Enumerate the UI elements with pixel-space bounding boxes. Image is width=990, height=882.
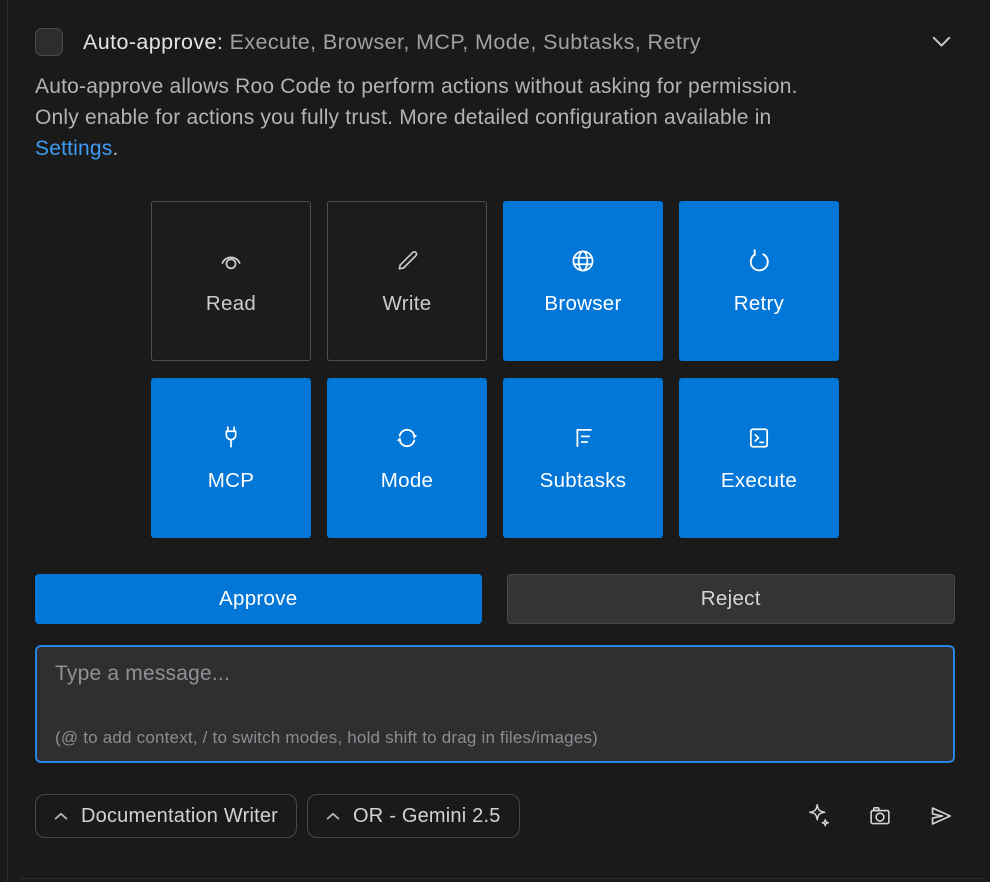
toggle-label: Subtasks bbox=[540, 469, 627, 493]
toggle-retry[interactable]: Retry bbox=[679, 201, 839, 361]
auto-approve-title[interactable]: Auto-approve: Execute, Browser, MCP, Mod… bbox=[83, 30, 701, 55]
sync-icon bbox=[393, 424, 421, 452]
chevron-up-icon bbox=[54, 812, 68, 821]
chevron-up-icon bbox=[326, 812, 340, 821]
auto-approve-description: Auto-approve allows Roo Code to perform … bbox=[35, 71, 955, 164]
send-icon[interactable] bbox=[927, 802, 955, 830]
settings-link[interactable]: Settings bbox=[35, 137, 112, 160]
refresh-icon bbox=[745, 247, 773, 275]
toggle-label: Read bbox=[206, 292, 256, 316]
terminal-icon bbox=[745, 424, 773, 452]
toggle-label: Execute bbox=[721, 469, 797, 493]
pencil-icon bbox=[393, 247, 421, 275]
approve-button[interactable]: Approve bbox=[35, 574, 482, 624]
eye-icon bbox=[217, 247, 245, 275]
auto-approve-toggle-grid: Read Write Browser bbox=[151, 201, 839, 538]
model-selector[interactable]: OR - Gemini 2.5 bbox=[307, 794, 519, 838]
description-line-2: Only enable for actions you fully trust.… bbox=[35, 106, 771, 129]
toggle-write[interactable]: Write bbox=[327, 201, 487, 361]
reject-button[interactable]: Reject bbox=[507, 574, 956, 624]
auto-approve-header: Auto-approve: Execute, Browser, MCP, Mod… bbox=[35, 28, 955, 56]
auto-approve-summary: Execute, Browser, MCP, Mode, Subtasks, R… bbox=[223, 30, 701, 54]
toggle-subtasks[interactable]: Subtasks bbox=[503, 378, 663, 538]
mode-selector[interactable]: Documentation Writer bbox=[35, 794, 297, 838]
toggle-read[interactable]: Read bbox=[151, 201, 311, 361]
section-divider bbox=[20, 878, 986, 880]
camera-icon[interactable] bbox=[866, 802, 894, 830]
chat-input[interactable]: Type a message... (@ to add context, / t… bbox=[35, 645, 955, 763]
auto-approve-checkbox[interactable] bbox=[35, 28, 63, 56]
chat-input-hint: (@ to add context, / to switch modes, ho… bbox=[55, 728, 598, 748]
description-line-1: Auto-approve allows Roo Code to perform … bbox=[35, 75, 798, 98]
toggle-label: Browser bbox=[544, 292, 621, 316]
toggle-label: Retry bbox=[734, 292, 784, 316]
toggle-label: Mode bbox=[381, 469, 433, 493]
composer-footer: Documentation Writer OR - Gemini 2.5 bbox=[35, 794, 955, 838]
description-period: . bbox=[112, 137, 118, 160]
action-row: Approve Reject bbox=[35, 574, 955, 624]
toggle-label: Write bbox=[383, 292, 432, 316]
plug-icon bbox=[217, 424, 245, 452]
sparkle-icon[interactable] bbox=[805, 802, 833, 830]
auto-approve-panel: Auto-approve: Execute, Browser, MCP, Mod… bbox=[0, 0, 990, 838]
globe-icon bbox=[569, 247, 597, 275]
chevron-down-icon[interactable] bbox=[928, 32, 955, 52]
toggle-mode[interactable]: Mode bbox=[327, 378, 487, 538]
toggle-execute[interactable]: Execute bbox=[679, 378, 839, 538]
list-tree-icon bbox=[569, 424, 597, 452]
model-selector-label: OR - Gemini 2.5 bbox=[353, 805, 500, 828]
toggle-browser[interactable]: Browser bbox=[503, 201, 663, 361]
toggle-mcp[interactable]: MCP bbox=[151, 378, 311, 538]
auto-approve-label: Auto-approve: bbox=[83, 30, 223, 54]
chat-input-placeholder: Type a message... bbox=[55, 662, 935, 686]
toggle-label: MCP bbox=[208, 469, 254, 493]
mode-selector-label: Documentation Writer bbox=[81, 805, 278, 828]
